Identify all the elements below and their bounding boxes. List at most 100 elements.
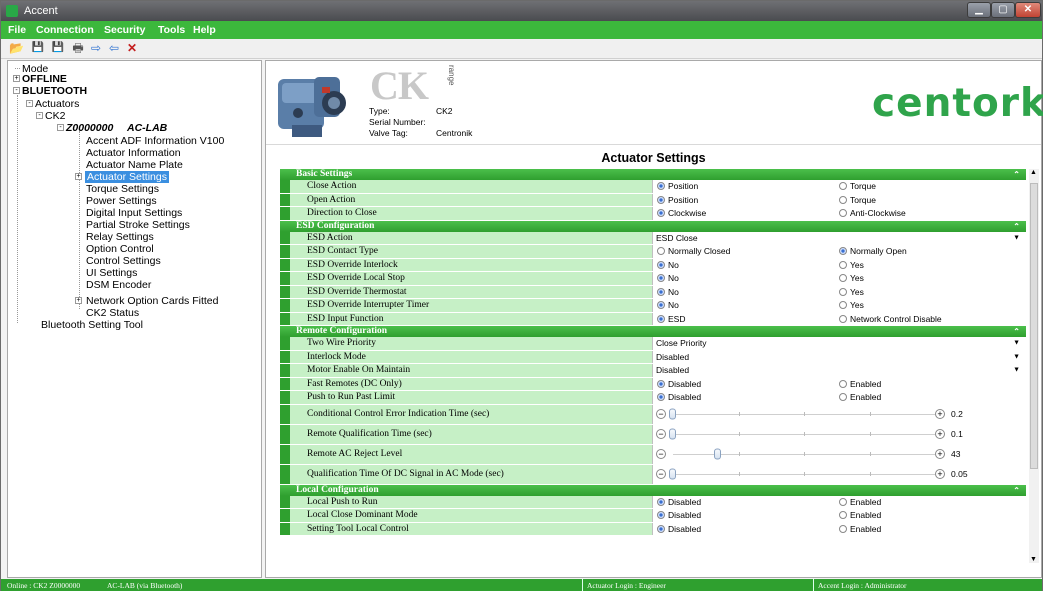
- tree-item-offline[interactable]: OFFLINE: [22, 73, 67, 85]
- expand-network-cards-icon[interactable]: +: [75, 297, 82, 304]
- radio-button-icon[interactable]: [839, 314, 847, 323]
- radio-position[interactable]: Position: [657, 195, 698, 205]
- radio-button-icon[interactable]: [657, 260, 665, 269]
- radio-esd[interactable]: ESD: [657, 314, 685, 324]
- tree-item-torque-settings[interactable]: Torque Settings: [86, 183, 159, 195]
- radio-button-icon[interactable]: [657, 511, 665, 520]
- radio-yes[interactable]: Yes: [839, 300, 864, 310]
- radio-button-icon[interactable]: [839, 247, 847, 256]
- tree-item-actuators[interactable]: Actuators: [35, 98, 79, 110]
- dropdown-arrow-icon[interactable]: ▼: [1013, 234, 1020, 241]
- radio-button-icon[interactable]: [839, 274, 847, 283]
- radio-no[interactable]: No: [657, 287, 679, 297]
- maximize-button[interactable]: ▢: [991, 2, 1015, 18]
- tree-item-ck2-status[interactable]: CK2 Status: [86, 307, 139, 319]
- collapse-ck2-icon[interactable]: -: [36, 112, 43, 119]
- dropdown-value[interactable]: Disabled: [656, 352, 689, 362]
- back-arrow-icon[interactable]: ⇦: [107, 41, 121, 55]
- radio-enabled[interactable]: Enabled: [839, 392, 881, 402]
- slider-decrement-icon[interactable]: −: [656, 429, 666, 439]
- radio-button-icon[interactable]: [839, 287, 847, 296]
- radio-enabled[interactable]: Enabled: [839, 524, 881, 534]
- radio-button-icon[interactable]: [839, 182, 847, 191]
- radio-yes[interactable]: Yes: [839, 260, 864, 270]
- radio-button-icon[interactable]: [657, 274, 665, 283]
- menu-tools[interactable]: Tools: [158, 24, 185, 36]
- collapse-chevron-icon[interactable]: ⌃: [1013, 221, 1020, 232]
- slider-decrement-icon[interactable]: −: [656, 409, 666, 419]
- radio-button-icon[interactable]: [839, 195, 847, 204]
- radio-yes[interactable]: Yes: [839, 287, 864, 297]
- forward-arrow-icon[interactable]: ⇨: [89, 41, 103, 55]
- section-header-esd-configuration[interactable]: ESD Configuration ⌃: [280, 220, 1026, 232]
- dropdown-value[interactable]: ESD Close: [656, 233, 698, 243]
- radio-anti-clockwise[interactable]: Anti-Clockwise: [839, 208, 906, 218]
- radio-network-control-disable[interactable]: Network Control Disable: [839, 314, 942, 324]
- slider-increment-icon[interactable]: +: [935, 409, 945, 419]
- tree-item-actuator-information[interactable]: Actuator Information: [86, 147, 181, 159]
- radio-button-icon[interactable]: [657, 195, 665, 204]
- save-icon[interactable]: 💾: [31, 41, 45, 55]
- tree-item-ck2[interactable]: CK2: [45, 110, 65, 122]
- slider-thumb[interactable]: [669, 428, 676, 440]
- radio-button-icon[interactable]: [657, 393, 665, 402]
- delete-icon[interactable]: ✕: [125, 41, 139, 55]
- menu-connection[interactable]: Connection: [36, 24, 94, 36]
- radio-button-icon[interactable]: [839, 301, 847, 310]
- tree-item-dsm-encoder[interactable]: DSM Encoder: [86, 279, 151, 291]
- radio-enabled[interactable]: Enabled: [839, 497, 881, 507]
- radio-no[interactable]: No: [657, 300, 679, 310]
- slider-decrement-icon[interactable]: −: [656, 469, 666, 479]
- tree-item-power-settings[interactable]: Power Settings: [86, 195, 157, 207]
- radio-button-icon[interactable]: [657, 524, 665, 533]
- dropdown-motor-enable-on-maintain[interactable]: Disabled ▼: [652, 364, 1026, 377]
- scroll-up-icon[interactable]: ▲: [1030, 169, 1037, 176]
- radio-button-icon[interactable]: [839, 393, 847, 402]
- radio-button-icon[interactable]: [657, 209, 665, 218]
- radio-button-icon[interactable]: [657, 314, 665, 323]
- section-header-basic-settings[interactable]: Basic Settings ⌃: [280, 169, 1026, 180]
- scroll-down-icon[interactable]: ▼: [1030, 556, 1037, 563]
- slider-increment-icon[interactable]: +: [935, 469, 945, 479]
- slider-increment-icon[interactable]: +: [935, 429, 945, 439]
- dropdown-arrow-icon[interactable]: ▼: [1013, 367, 1020, 374]
- tree-item-relay-settings[interactable]: Relay Settings: [86, 231, 154, 243]
- radio-button-icon[interactable]: [839, 379, 847, 388]
- tree-item-device-serial[interactable]: Z0000000: [66, 122, 113, 134]
- menu-help[interactable]: Help: [193, 24, 216, 36]
- radio-button-icon[interactable]: [657, 497, 665, 506]
- vertical-scrollbar[interactable]: ▲ ▼: [1029, 169, 1039, 563]
- collapse-device-icon[interactable]: -: [57, 124, 64, 131]
- tree-item-actuator-settings[interactable]: Actuator Settings: [85, 171, 169, 183]
- radio-position[interactable]: Position: [657, 181, 698, 191]
- radio-disabled[interactable]: Disabled: [657, 510, 701, 520]
- radio-torque[interactable]: Torque: [839, 195, 876, 205]
- radio-button-icon[interactable]: [839, 209, 847, 218]
- collapse-bluetooth-icon[interactable]: -: [13, 87, 20, 94]
- tree-item-ui-settings[interactable]: UI Settings: [86, 267, 137, 279]
- radio-button-icon[interactable]: [839, 511, 847, 520]
- radio-disabled[interactable]: Disabled: [657, 392, 701, 402]
- radio-torque[interactable]: Torque: [839, 181, 876, 191]
- print-icon[interactable]: 🖶: [71, 41, 85, 55]
- dropdown-arrow-icon[interactable]: ▼: [1013, 340, 1020, 347]
- tree-item-network-option-cards[interactable]: Network Option Cards Fitted: [86, 295, 218, 307]
- radio-enabled[interactable]: Enabled: [839, 510, 881, 520]
- expand-actuator-settings-icon[interactable]: +: [75, 173, 82, 180]
- radio-button-icon[interactable]: [839, 524, 847, 533]
- radio-no[interactable]: No: [657, 260, 679, 270]
- dropdown-two-wire-priority[interactable]: Close Priority ▼: [652, 337, 1026, 350]
- radio-button-icon[interactable]: [839, 260, 847, 269]
- radio-no[interactable]: No: [657, 273, 679, 283]
- slider-thumb[interactable]: [713, 448, 721, 460]
- close-button[interactable]: ✕: [1015, 2, 1041, 18]
- radio-button-icon[interactable]: [839, 497, 847, 506]
- radio-clockwise[interactable]: Clockwise: [657, 208, 706, 218]
- radio-button-icon[interactable]: [657, 301, 665, 310]
- radio-yes[interactable]: Yes: [839, 273, 864, 283]
- dropdown-interlock-mode[interactable]: Disabled ▼: [652, 350, 1026, 363]
- radio-button-icon[interactable]: [657, 247, 665, 256]
- radio-button-icon[interactable]: [657, 379, 665, 388]
- dropdown-arrow-icon[interactable]: ▼: [1013, 353, 1020, 360]
- menu-file[interactable]: File: [8, 24, 26, 36]
